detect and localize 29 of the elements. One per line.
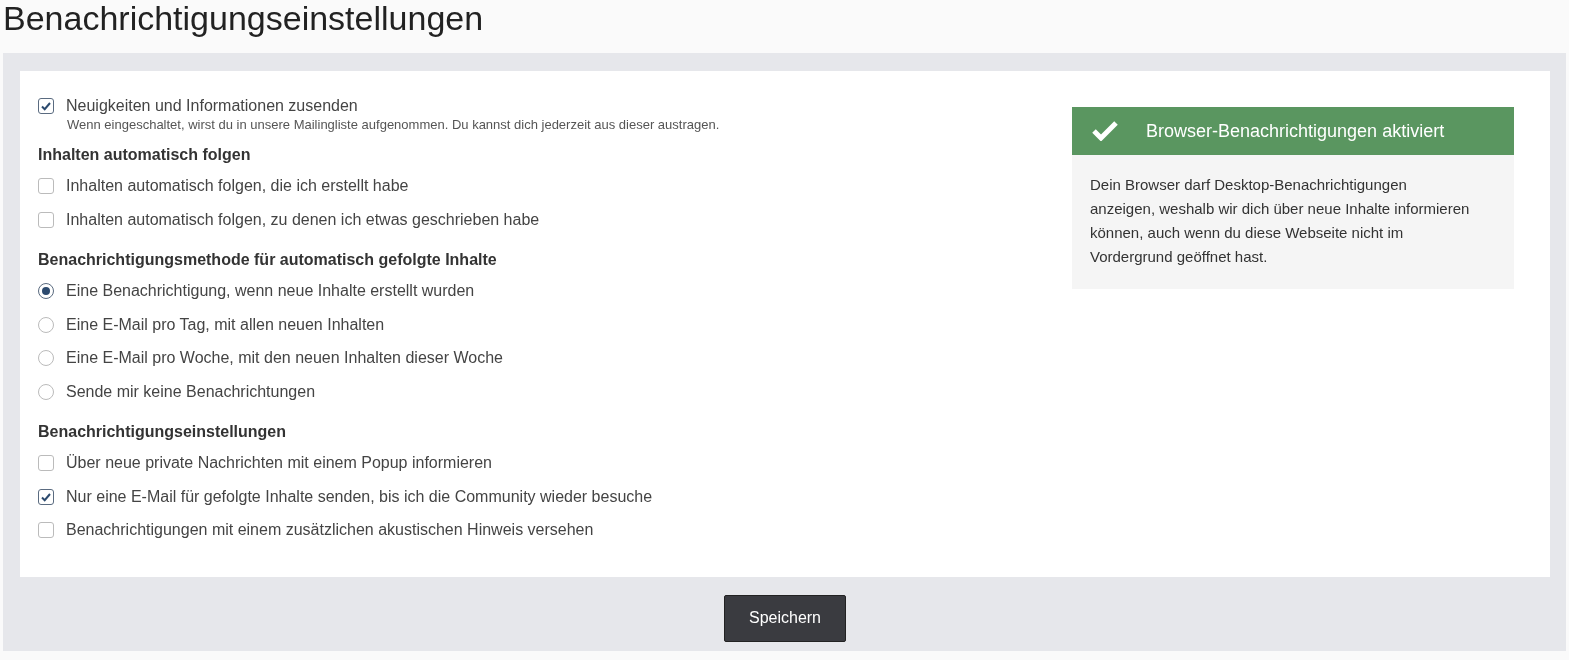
option-label: Eine E-Mail pro Tag, mit allen neuen Inhalten xyxy=(66,315,385,334)
option-label: Eine Benachrichtigung, wenn neue Inhalte erstellt wurden xyxy=(66,282,475,301)
radio-button[interactable] xyxy=(38,350,54,367)
option-label: Eine E-Mail pro Woche, mit den neuen Inhalten dieser Woche xyxy=(66,349,503,368)
option-label: Neuigkeiten und Informationen zusenden xyxy=(66,96,358,115)
section-heading: Benachrichtigungsmethode für automatisch gefolgte Inhalte xyxy=(38,250,498,269)
option-label: Nur eine E-Mail für gefolgte Inhalte senden, bis ich die Community wieder besuche xyxy=(66,487,653,506)
checkmark-icon xyxy=(1092,121,1118,141)
option-hint: Wenn eingeschaltet, wirst du in unsere Mailingliste aufgenommen. Du kannst dich jederzeit aus dieser austragen. xyxy=(67,116,720,132)
checkbox[interactable] xyxy=(38,178,54,195)
checkbox[interactable] xyxy=(38,97,54,114)
section-heading: Inhalten automatisch folgen xyxy=(38,145,252,164)
page-title: Benachrichtigungseinstellungen xyxy=(2,0,485,39)
radio-button[interactable] xyxy=(38,283,54,300)
radio-button[interactable] xyxy=(38,383,54,400)
option-label: Sende mir keine Benachrichtungen xyxy=(66,382,316,401)
radio-button[interactable] xyxy=(38,316,54,333)
checkbox[interactable] xyxy=(38,455,54,472)
alert-title: Browser-Benachrichtigungen aktiviert xyxy=(1146,120,1445,142)
option-label: Inhalten automatisch folgen, zu denen ich etwas geschrieben habe xyxy=(66,210,540,229)
checkbox[interactable] xyxy=(38,488,54,505)
option-label: Benachrichtigungen mit einem zusätzlichen akustischen Hinweis versehen xyxy=(66,521,594,540)
alert-text: Dein Browser darf Desktop-Benachrichtigungen anzeigen, weshalb wir dich über neue Inhalte informieren können, auch wenn du diese Webseite nicht im Vordergrund geöffnet hast. xyxy=(1072,155,1514,289)
option-label: Über neue private Nachrichten mit einem Popup informieren xyxy=(66,454,492,473)
save-button[interactable]: Speichern xyxy=(724,594,846,642)
checkbox[interactable] xyxy=(38,522,54,539)
checkbox[interactable] xyxy=(38,211,54,228)
option-label: Inhalten automatisch folgen, die ich erstellt habe xyxy=(66,177,409,196)
section-heading: Benachrichtigungseinstellungen xyxy=(38,422,288,441)
